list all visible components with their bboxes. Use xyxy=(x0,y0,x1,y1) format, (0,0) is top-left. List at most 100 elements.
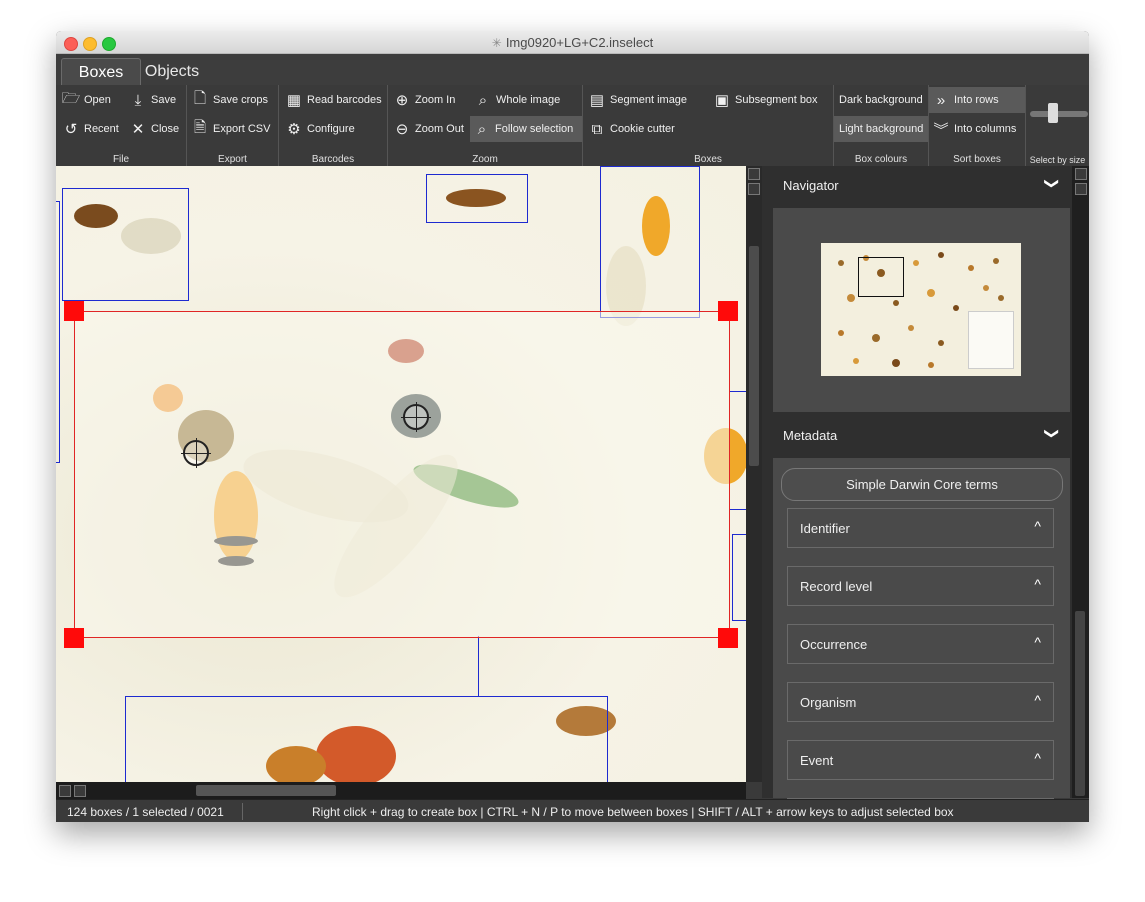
accordion-record-level[interactable]: Record level ^ xyxy=(787,566,1054,606)
panel-vertical-scrollbar-thumb[interactable] xyxy=(1075,611,1085,796)
crosshair-marker-icon[interactable] xyxy=(401,402,431,432)
open-button[interactable]: 🗁 Open xyxy=(59,87,115,113)
box-colours-group: Dark background Light background Box col… xyxy=(834,85,929,166)
specimen-box[interactable] xyxy=(56,201,60,463)
metadata-header[interactable]: Metadata ❯ xyxy=(762,416,1072,454)
thumbnail-label-card xyxy=(968,311,1014,369)
side-panel: Navigator ❯ Metadata ❯ Simple Darwin Cor… xyxy=(762,166,1072,802)
specimen-box[interactable] xyxy=(732,534,746,621)
subsegment-box-button[interactable]: ▣ Subsegment box xyxy=(710,87,822,113)
panel-vertical-scrollbar[interactable] xyxy=(1072,166,1089,798)
accordion-occurrence[interactable]: Occurrence ^ xyxy=(787,624,1054,664)
canvas-scroll-up-button[interactable] xyxy=(748,168,760,180)
into-columns-button[interactable]: ︾ Into columns xyxy=(929,116,1020,142)
chevron-up-icon[interactable]: ^ xyxy=(1034,692,1041,708)
navigator-thumbnail[interactable] xyxy=(821,243,1021,376)
status-bar: 124 boxes / 1 selected / 0021 Right clic… xyxy=(56,799,1089,822)
crosshair-marker-icon[interactable] xyxy=(181,438,211,468)
canvas-scroll-split-h-button[interactable] xyxy=(74,785,86,797)
recent-button[interactable]: ↺ Recent xyxy=(59,116,123,142)
dark-background-button[interactable]: Dark background xyxy=(834,87,928,113)
navigator-header[interactable]: Navigator ❯ xyxy=(762,166,1072,204)
zoom-out-button[interactable]: ⊖ Zoom Out xyxy=(390,116,468,142)
sort-boxes-group-label: Sort boxes xyxy=(953,154,1001,165)
canvas-scroll-left-button[interactable] xyxy=(59,785,71,797)
specimen-box[interactable] xyxy=(729,391,746,510)
zoom-group: ⊕ Zoom In ⌕ Whole image ⊖ Zoom Out ⌕ Follow … xyxy=(388,85,583,166)
into-rows-button[interactable]: » Into rows xyxy=(929,87,1025,113)
accordion-identifier[interactable]: Identifier ^ xyxy=(787,508,1054,548)
specimen-box[interactable] xyxy=(62,188,189,301)
whole-image-button[interactable]: ⌕ Whole image xyxy=(471,87,564,113)
close-icon: ✕ xyxy=(131,121,145,138)
sort-boxes-group: » Into rows ︾ Into columns Sort boxes xyxy=(929,85,1026,166)
tab-objects[interactable]: Objects xyxy=(142,58,202,85)
resize-handle-bottom-right[interactable] xyxy=(718,628,738,648)
specimen-box[interactable] xyxy=(426,174,528,223)
segment-grid-icon: ▤ xyxy=(589,92,605,109)
accordion-event[interactable]: Event ^ xyxy=(787,740,1054,780)
resize-handle-top-right[interactable] xyxy=(718,301,738,321)
accordion-organism[interactable]: Organism ^ xyxy=(787,682,1054,722)
close-button[interactable]: ✕ Close xyxy=(126,116,183,142)
selected-box[interactable] xyxy=(74,311,730,638)
export-group-label: Export xyxy=(218,154,247,165)
barcodes-group: ▦ Read barcodes ⚙ Configure Barcodes xyxy=(279,85,388,166)
canvas-vertical-scrollbar-thumb[interactable] xyxy=(749,246,759,466)
specimen-box[interactable] xyxy=(600,166,700,318)
specimen-box[interactable] xyxy=(125,696,608,782)
read-barcodes-button[interactable]: ▦ Read barcodes xyxy=(282,87,386,113)
chevron-down-icon[interactable]: ❯ xyxy=(1044,178,1061,190)
configure-button[interactable]: ⚙ Configure xyxy=(282,116,359,142)
follow-selection-icon: ⌕ xyxy=(477,120,487,138)
light-background-button[interactable]: Light background xyxy=(834,116,928,142)
title-bar: ✳ Img0920+LG+C2.inselect xyxy=(56,31,1089,54)
barcode-icon: ▦ xyxy=(286,92,302,109)
navigator-view[interactable] xyxy=(773,208,1070,412)
select-by-size-slider-track[interactable] xyxy=(1030,111,1088,117)
export-group: 🗋 Save crops 🗎 Export CSV Export xyxy=(187,85,279,166)
zoom-group-label: Zoom xyxy=(472,154,498,165)
chevron-up-icon[interactable]: ^ xyxy=(1034,518,1041,534)
chevron-up-icon[interactable]: ^ xyxy=(1034,576,1041,592)
segment-image-button[interactable]: ▤ Segment image xyxy=(585,87,691,113)
folder-open-icon: 🗁 xyxy=(61,89,81,107)
box-colours-group-label: Box colours xyxy=(854,154,908,165)
canvas-scroll-split-button[interactable] xyxy=(748,183,760,195)
export-csv-button[interactable]: 🗎 Export CSV xyxy=(188,116,274,142)
follow-selection-button[interactable]: ⌕ Follow selection xyxy=(470,116,582,142)
select-by-size-slider-thumb[interactable] xyxy=(1048,103,1058,123)
panel-scroll-up-button[interactable] xyxy=(1075,168,1087,180)
boxes-group: ▤ Segment image ▣ Subsegment box ⧉ Cookie c… xyxy=(583,85,834,166)
canvas-horizontal-scrollbar[interactable] xyxy=(56,782,746,799)
boxes-group-label: Boxes xyxy=(694,154,722,165)
specimen-canvas[interactable] xyxy=(56,166,746,782)
tab-bar: Boxes Objects xyxy=(56,54,1089,86)
crops-document-icon: 🗋 xyxy=(193,89,207,107)
simple-darwin-core-button[interactable]: Simple Darwin Core terms xyxy=(781,468,1063,501)
chevron-up-icon[interactable]: ^ xyxy=(1034,634,1041,650)
cookie-cutter-button[interactable]: ⧉ Cookie cutter xyxy=(585,116,679,142)
canvas-vertical-scrollbar[interactable] xyxy=(746,166,762,782)
zoom-out-icon: ⊖ xyxy=(395,121,409,138)
navigator-viewport-rect[interactable] xyxy=(858,257,904,297)
app-window: ✳ Img0920+LG+C2.inselect Boxes Objects 🗁 O… xyxy=(56,31,1089,822)
barcodes-group-label: Barcodes xyxy=(311,154,355,165)
save-button[interactable]: ⤓ Save xyxy=(126,87,180,113)
chevron-down-icon[interactable]: ❯ xyxy=(1044,428,1061,440)
tab-boxes[interactable]: Boxes xyxy=(61,58,141,86)
csv-document-icon: 🗎 xyxy=(193,118,207,136)
usage-hint: Right click + drag to create box | CTRL … xyxy=(312,805,954,819)
zoom-in-button[interactable]: ⊕ Zoom In xyxy=(390,87,459,113)
zoom-in-icon: ⊕ xyxy=(395,92,409,109)
resize-handle-bottom-left[interactable] xyxy=(64,628,84,648)
resize-handle-top-left[interactable] xyxy=(64,301,84,321)
panel-scroll-split-button[interactable] xyxy=(1075,183,1087,195)
file-group-label: File xyxy=(112,154,130,165)
double-chevron-right-icon: » xyxy=(936,91,946,109)
save-crops-button[interactable]: 🗋 Save crops xyxy=(188,87,272,113)
chevron-up-icon[interactable]: ^ xyxy=(1034,750,1041,766)
window-title: ✳ Img0920+LG+C2.inselect xyxy=(491,35,654,50)
file-group: 🗁 Open ⤓ Save ↺ Recent ✕ Close File xyxy=(56,85,187,166)
canvas-horizontal-scrollbar-thumb[interactable] xyxy=(196,785,336,796)
